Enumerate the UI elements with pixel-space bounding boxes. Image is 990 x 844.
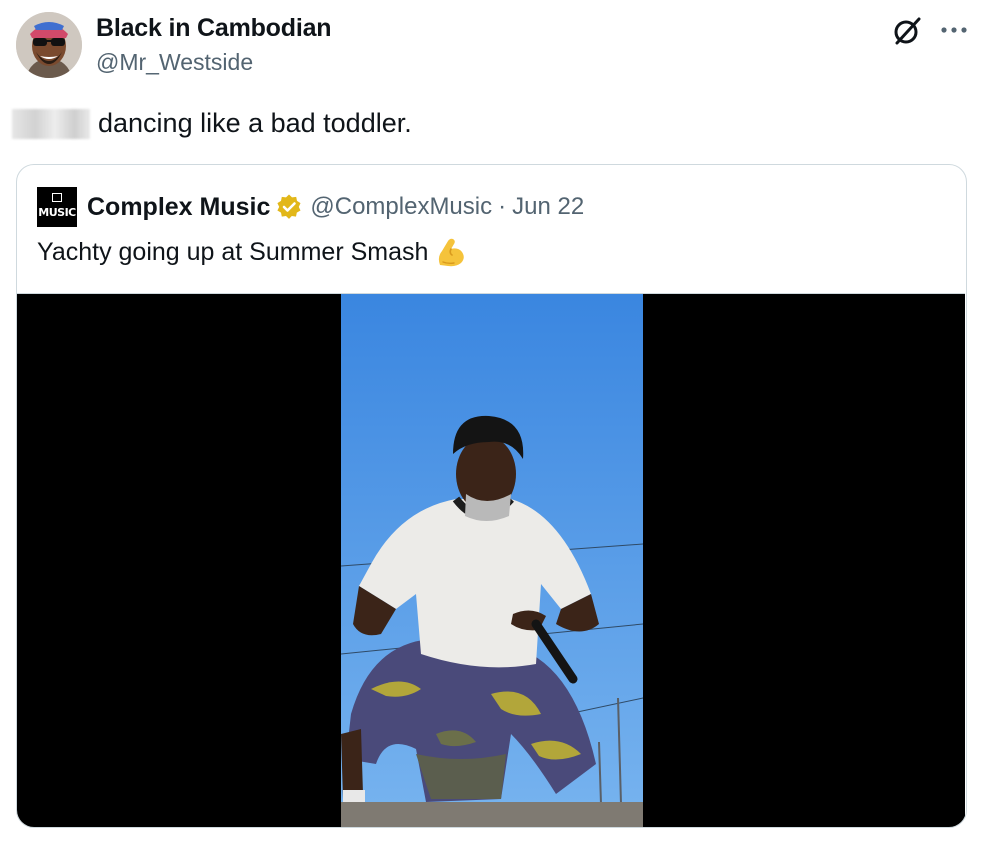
author-handle[interactable]: @Mr_Westside <box>96 49 253 76</box>
quoted-text-content: Yachty going up at Summer Smash <box>37 237 429 266</box>
flexed-biceps-icon <box>439 238 465 267</box>
complex-music-logo[interactable]: MUSIC <box>37 187 77 227</box>
quoted-tweet-header: MUSIC Complex Music @ComplexMusic · Jun … <box>37 187 584 227</box>
avatar[interactable] <box>16 12 82 78</box>
author-name[interactable]: Black in Cambodian <box>96 14 332 43</box>
more-icon[interactable] <box>938 16 970 44</box>
tweet[interactable]: Black in Cambodian @Mr_Westside dancing … <box>0 0 990 844</box>
video-frame <box>341 294 643 827</box>
performer-image <box>341 294 643 827</box>
tweet-text-content: dancing like a bad toddler. <box>98 108 412 138</box>
redacted-mention <box>12 108 90 139</box>
quoted-tweet[interactable]: MUSIC Complex Music @ComplexMusic · Jun … <box>16 164 967 828</box>
video-player[interactable] <box>17 293 965 827</box>
quoted-author-name[interactable]: Complex Music <box>87 193 270 222</box>
quoted-author-handle[interactable]: @ComplexMusic <box>310 193 492 221</box>
grok-icon[interactable] <box>890 14 924 48</box>
logo-text: MUSIC <box>38 206 76 219</box>
quoted-tweet-text: Yachty going up at Summer Smash <box>37 235 468 269</box>
verified-badge-icon <box>277 194 301 219</box>
separator-dot: · <box>498 193 507 220</box>
quoted-date[interactable]: Jun 22 <box>512 193 584 221</box>
tweet-text: dancing like a bad toddler. <box>12 108 412 139</box>
